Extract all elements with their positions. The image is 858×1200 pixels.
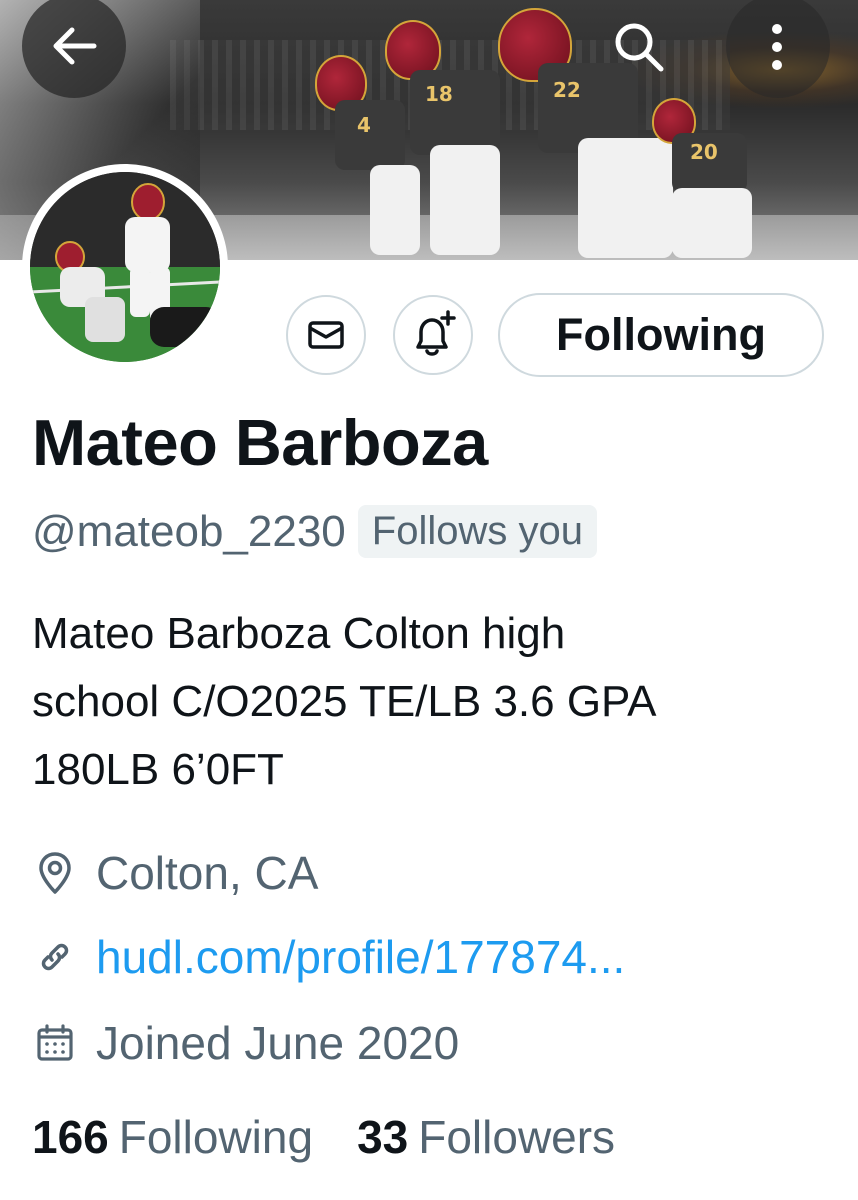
joined-text: Joined June 2020 — [96, 1017, 460, 1069]
notifications-button[interactable] — [393, 295, 473, 375]
avatar[interactable] — [22, 164, 228, 370]
following-label: Following — [118, 1111, 314, 1163]
followers-label: Followers — [418, 1111, 616, 1163]
link-icon — [32, 934, 78, 980]
search-button[interactable] — [604, 12, 674, 82]
followers-count: 33 — [357, 1111, 409, 1163]
joined-row: Joined June 2020 — [32, 1016, 459, 1070]
location-pin-icon — [32, 850, 78, 896]
location-text: Colton, CA — [96, 847, 319, 899]
calendar-icon — [32, 1020, 78, 1066]
bio-line: school C/O2025 TE/LB 3.6 GPA — [32, 677, 657, 726]
following-count: 166 — [32, 1111, 109, 1163]
handle-row: @mateob_2230 Follows you — [32, 505, 597, 558]
search-icon — [615, 23, 664, 72]
website-link[interactable]: hudl.com/profile/177874... — [96, 930, 625, 984]
following-button[interactable]: Following — [498, 293, 824, 377]
avatar-photo — [30, 172, 220, 362]
profile-name: Mateo Barboza — [32, 406, 488, 479]
more-vertical-icon — [772, 24, 782, 70]
more-button[interactable] — [742, 12, 812, 82]
follows-you-badge: Follows you — [357, 505, 597, 558]
arrow-left-icon — [53, 27, 97, 65]
bio-line: Mateo Barboza Colton high — [32, 609, 566, 658]
avatar-image — [30, 172, 220, 362]
following-stat[interactable]: 166 Following — [32, 1110, 313, 1164]
bell-plus-icon — [416, 310, 456, 356]
location-row: Colton, CA — [32, 846, 318, 900]
website-row: hudl.com/profile/177874... — [32, 930, 625, 984]
followers-stat[interactable]: 33 Followers — [357, 1110, 615, 1164]
envelope-icon — [308, 321, 344, 349]
profile-bio: Mateo Barboza Colton high school C/O2025… — [32, 600, 832, 804]
message-button[interactable] — [286, 295, 366, 375]
follow-stats: 166 Following 33 Followers — [32, 1110, 615, 1164]
bio-line: 180LB 6’0FT — [32, 745, 284, 794]
profile-handle: @mateob_2230 — [32, 506, 346, 556]
